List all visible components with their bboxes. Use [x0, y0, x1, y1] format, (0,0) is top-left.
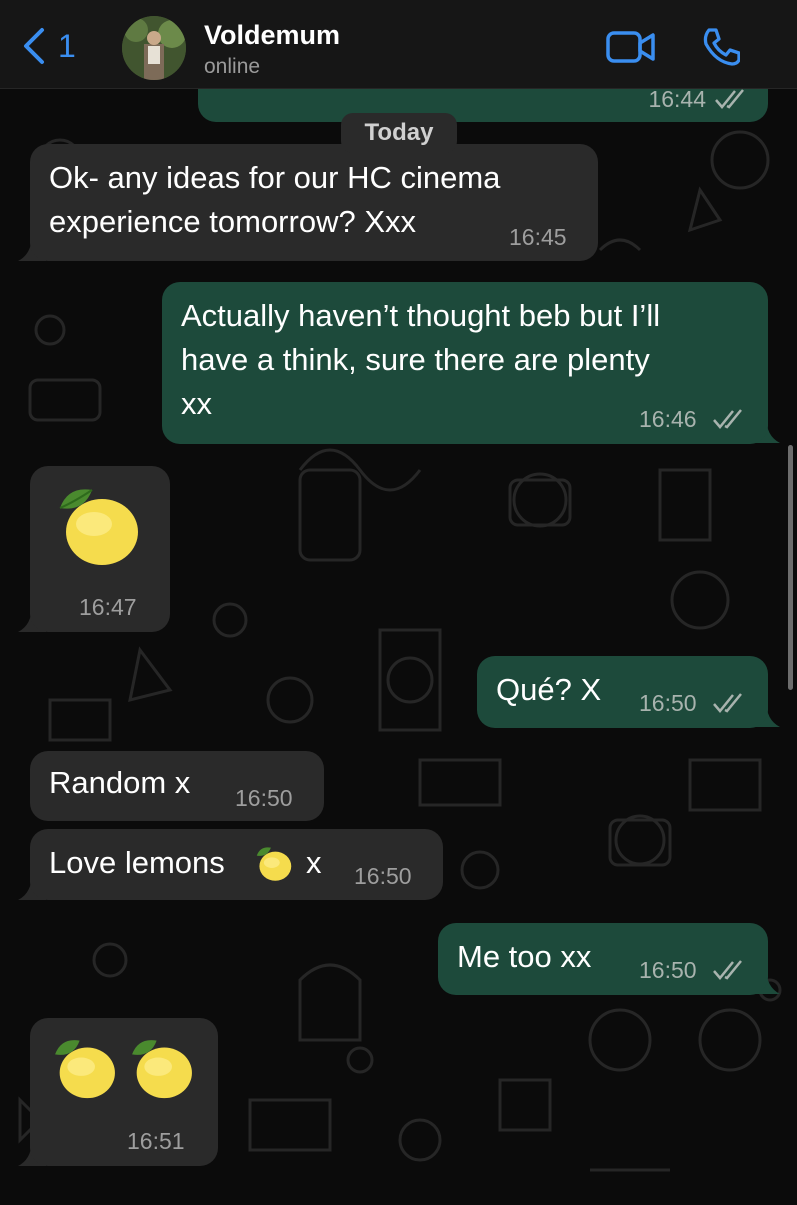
message-time: 16:50: [235, 785, 293, 811]
message-time: 16:50: [639, 690, 697, 716]
contact-name[interactable]: Voldemum: [204, 20, 340, 51]
message-bubble-incoming[interactable]: Random x 16:50: [30, 751, 324, 821]
message-time: 16:44: [648, 86, 706, 112]
phone-icon: [703, 28, 741, 66]
voice-call-button[interactable]: [700, 26, 741, 71]
double-check-icon: [713, 693, 742, 713]
video-call-button[interactable]: [606, 30, 656, 69]
message-time: 16:50: [354, 863, 412, 889]
double-check-icon: [713, 960, 742, 980]
message-text-line: Qué? X: [496, 672, 602, 707]
message-bubble-incoming[interactable]: 16:51: [30, 1018, 218, 1166]
message-text-line: have a think, sure there are plenty: [181, 342, 650, 377]
message-text-line: Actually haven’t thought beb but I’ll: [181, 298, 661, 333]
message-time: 16:51: [127, 1128, 185, 1154]
message-text: x: [306, 845, 322, 880]
message-text-line: experience tomorrow? Xxx: [49, 204, 416, 239]
message-bubble-incoming[interactable]: Love lemons x 16:50: [30, 829, 443, 900]
message-text: Love lemons: [49, 845, 225, 880]
back-chevron-icon: [24, 28, 44, 64]
back-button[interactable]: 1: [22, 26, 76, 66]
lemon-emoji: [132, 1040, 192, 1099]
lemon-emoji: [256, 847, 292, 881]
avatar[interactable]: [122, 16, 186, 80]
message-text-line: Ok- any ideas for our HC cinema: [49, 160, 501, 195]
message-time: 16:47: [79, 594, 137, 620]
message-text-line: Random x: [49, 765, 191, 800]
contact-status: online: [204, 55, 261, 78]
message-bubble-incoming[interactable]: Ok- any ideas for our HC cinema experien…: [30, 144, 598, 261]
date-separator: Today: [341, 113, 457, 153]
double-check-icon: [713, 409, 742, 429]
scrollbar[interactable]: [788, 445, 793, 690]
message-bubble-outgoing[interactable]: Me too xx 16:50: [438, 923, 768, 995]
double-check-icon: [715, 89, 744, 109]
lemon-emoji: [59, 489, 138, 565]
message-bubble-incoming[interactable]: 16:47: [30, 466, 170, 632]
message-time: 16:45: [509, 224, 567, 250]
unread-count: 1: [58, 28, 76, 64]
lemon-emoji: [55, 1040, 115, 1099]
chat-header: 1 Voldemum online: [0, 0, 797, 89]
message-text-line: Me too xx: [457, 939, 592, 974]
message-time: 16:46: [639, 406, 697, 432]
message-text-line: xx: [181, 386, 212, 421]
message-bubble-outgoing[interactable]: Actually haven’t thought beb but I’ll ha…: [162, 282, 768, 444]
video-call-icon: [606, 31, 655, 63]
message-bubble-outgoing[interactable]: Qué? X 16:50: [477, 656, 768, 728]
message-time: 16:50: [639, 957, 697, 983]
